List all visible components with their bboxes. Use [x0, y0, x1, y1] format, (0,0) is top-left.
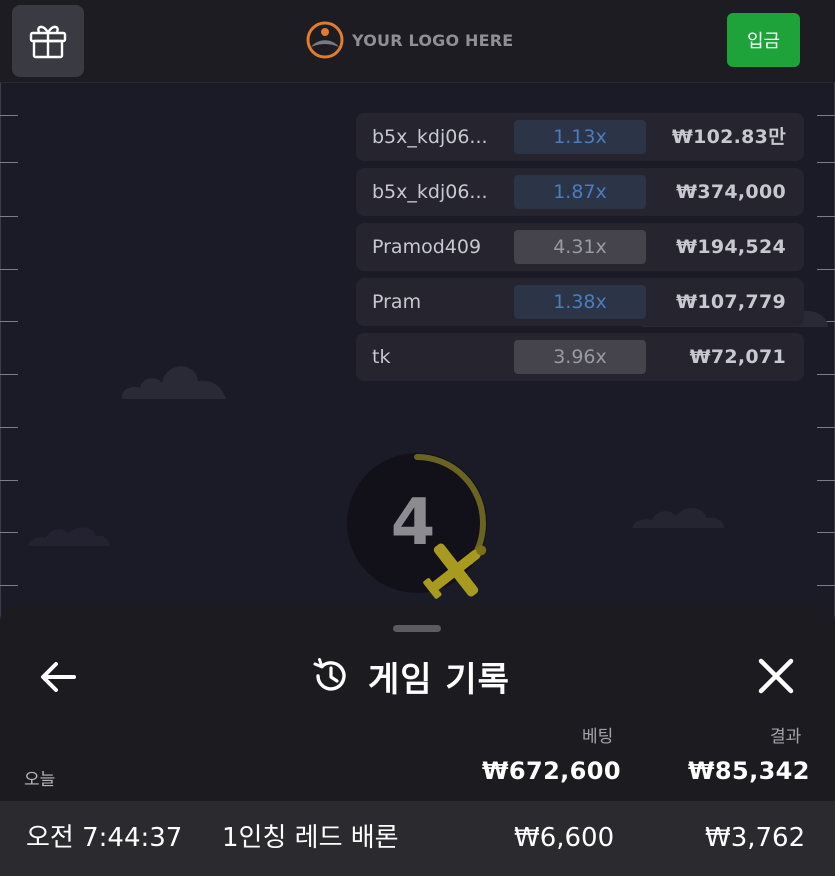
axis-tick [817, 427, 835, 428]
axis-tick [0, 216, 18, 217]
live-bets-list: b5x_kdj06... 1.13x ₩102.83만 b5x_kdj06...… [356, 113, 804, 388]
axis-tick [0, 115, 18, 116]
today-label: 오늘 [24, 770, 56, 790]
axis-tick [817, 480, 835, 481]
bet-player-name: b5x_kdj06... [372, 126, 488, 148]
history-icon [313, 658, 346, 691]
axis-tick [817, 216, 835, 217]
history-bet: ₩6,600 [514, 823, 615, 853]
bet-amount: ₩72,071 [689, 346, 786, 368]
logo: YOUR LOGO HERE [306, 20, 513, 60]
bet-multiplier: 1.13x [514, 120, 646, 154]
history-row[interactable]: 오전 7:44:37 1인칭 레드 배론 ₩6,600 ₩3,762 [0, 801, 835, 876]
cloud-icon [632, 507, 724, 528]
history-result: ₩3,762 [705, 823, 806, 853]
axis-tick [0, 427, 18, 428]
sheet-title: 게임 기록 [310, 651, 510, 701]
axis-tick [817, 115, 835, 116]
total-bet: ₩672,600 [482, 757, 621, 785]
bet-multiplier: 1.38x [514, 285, 646, 319]
close-icon[interactable] [755, 655, 797, 697]
axis-tick [0, 321, 18, 322]
axis-tick [0, 585, 18, 586]
bet-amount: ₩194,524 [676, 236, 786, 258]
bet-amount: ₩374,000 [676, 181, 786, 203]
axis-tick [817, 374, 835, 375]
sheet-title-text: 게임 기록 [368, 659, 510, 700]
bet-amount: ₩107,779 [676, 291, 786, 313]
axis-tick [0, 532, 18, 533]
left-axis [0, 83, 1, 623]
axis-tick [0, 480, 18, 481]
deposit-button[interactable]: 입금 [727, 13, 800, 67]
game-history-sheet: 게임 기록 베팅 결과 오늘 ₩672,600 ₩85,342 오전 7:44:… [0, 605, 835, 876]
bet-row: b5x_kdj06... 1.13x ₩102.83만 [356, 113, 804, 161]
bet-row: Pramod409 4.31x ₩194,524 [356, 223, 804, 271]
gift-button[interactable] [12, 5, 84, 77]
bet-row: b5x_kdj06... 1.87x ₩374,000 [356, 168, 804, 216]
axis-tick [817, 585, 835, 586]
axis-tick [0, 374, 18, 375]
axis-tick [817, 532, 835, 533]
gift-icon [29, 25, 67, 59]
axis-tick [0, 162, 18, 163]
bet-player-name: Pram [372, 291, 422, 313]
bet-row: tk 3.96x ₩72,071 [356, 333, 804, 381]
total-result: ₩85,342 [688, 757, 810, 785]
bet-multiplier: 3.96x [514, 340, 646, 374]
axis-tick [817, 162, 835, 163]
history-time: 오전 7:44:37 [26, 823, 183, 853]
bet-row: Pram 1.38x ₩107,779 [356, 278, 804, 326]
bet-amount: ₩102.83만 [671, 126, 786, 148]
column-header-result: 결과 [770, 727, 802, 747]
bet-multiplier: 1.87x [514, 175, 646, 209]
bet-player-name: Pramod409 [372, 236, 482, 258]
top-bar: YOUR LOGO HERE 입금 [0, 0, 835, 83]
column-header-bet: 베팅 [582, 727, 614, 747]
axis-tick [0, 269, 18, 270]
history-game-name: 1인칭 레드 배론 [222, 823, 399, 853]
back-arrow-icon[interactable] [36, 655, 80, 699]
logo-text: YOUR LOGO HERE [352, 30, 514, 50]
sheet-drag-handle[interactable] [393, 625, 441, 632]
bet-player-name: b5x_kdj06... [372, 181, 488, 203]
logo-icon [306, 21, 344, 59]
airplane-icon [423, 543, 487, 599]
cloud-icon [28, 527, 110, 546]
cloud-icon [121, 366, 226, 399]
bet-multiplier: 4.31x [514, 230, 646, 264]
bet-player-name: tk [372, 346, 391, 368]
